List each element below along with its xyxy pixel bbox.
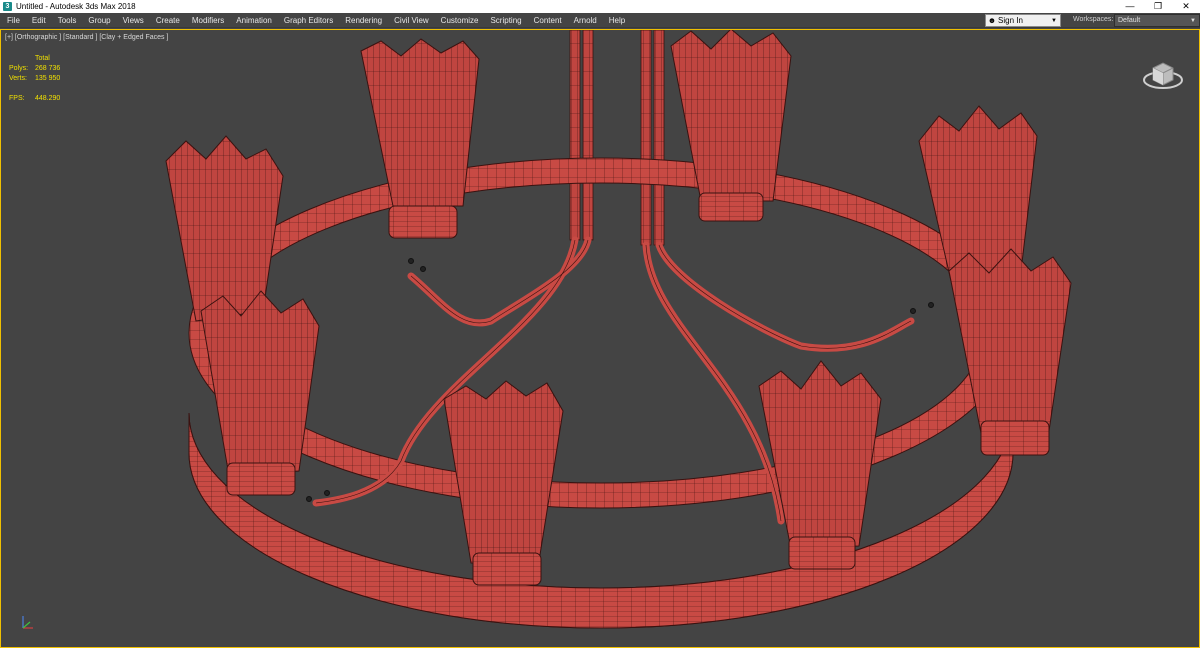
cup-front-center — [443, 380, 564, 586]
workspaces-value: Default — [1118, 17, 1141, 24]
cup-far-right — [948, 248, 1072, 456]
viewcube-icon[interactable] — [1141, 52, 1185, 96]
menu-tools[interactable]: Tools — [52, 13, 83, 28]
fps-value: 448.290 — [35, 95, 61, 102]
viewport-label[interactable]: [+] [Orthographic ] [Standard ] [Clay + … — [5, 34, 168, 41]
perspective-viewport[interactable]: [+] [Orthographic ] [Standard ] [Clay + … — [0, 29, 1200, 648]
workspaces-label: Workspaces: — [1073, 16, 1114, 23]
menu-content[interactable]: Content — [528, 13, 568, 28]
menu-help[interactable]: Help — [603, 13, 631, 28]
polys-value: 268 736 — [35, 65, 61, 72]
user-icon: ☻ — [987, 16, 997, 25]
menu-animation[interactable]: Animation — [230, 13, 278, 28]
minimize-button[interactable]: — — [1116, 0, 1144, 13]
viewport-statistics: Total Polys: 268 736 Verts: 135 950 FPS: 44… — [9, 54, 60, 104]
axis-tripod-icon — [22, 616, 33, 629]
central-rods — [569, 30, 665, 246]
menu-group[interactable]: Group — [82, 13, 116, 28]
menu-graph-editors[interactable]: Graph Editors — [278, 13, 339, 28]
cup-front-right — [758, 360, 882, 570]
window-controls: — ❐ ✕ — [1116, 0, 1200, 13]
app-icon-glyph: 3 — [5, 3, 10, 10]
menu-modifiers[interactable]: Modifiers — [186, 13, 230, 28]
close-button[interactable]: ✕ — [1172, 0, 1200, 13]
chevron-down-icon: ▼ — [1051, 18, 1057, 24]
menu-rendering[interactable]: Rendering — [339, 13, 388, 28]
menu-create[interactable]: Create — [150, 13, 186, 28]
cup-front-left — [200, 290, 320, 496]
verts-value: 135 950 — [35, 75, 61, 82]
chandelier-model — [165, 30, 1072, 629]
workspaces-select[interactable]: Default ▼ — [1114, 14, 1200, 27]
restore-button[interactable]: ❐ — [1144, 0, 1172, 13]
stats-header: Total — [35, 55, 50, 62]
cup-left — [165, 135, 284, 322]
cup-back-right — [670, 30, 792, 222]
title-bar: 3 Untitled - Autodesk 3ds Max 2018 — ❐ ✕ — [0, 0, 1200, 13]
verts-label: Verts: — [9, 75, 27, 82]
window-title: Untitled - Autodesk 3ds Max 2018 — [16, 2, 136, 11]
menu-edit[interactable]: Edit — [26, 13, 52, 28]
menu-arnold[interactable]: Arnold — [568, 13, 603, 28]
fps-label: FPS: — [9, 95, 25, 102]
polys-label: Polys: — [9, 65, 29, 72]
ring — [188, 157, 1014, 629]
3dsmax-app-icon[interactable]: 3 — [3, 2, 12, 11]
menu-file[interactable]: File — [0, 13, 26, 28]
menu-civil-view[interactable]: Civil View — [388, 13, 435, 28]
sign-in-dropdown[interactable]: ☻ Sign In ▼ — [985, 14, 1061, 27]
sign-in-label: Sign In — [998, 16, 1023, 25]
menu-views[interactable]: Views — [117, 13, 150, 28]
menu-scripting[interactable]: Scripting — [484, 13, 527, 28]
chevron-down-icon: ▼ — [1190, 18, 1196, 24]
menu-customize[interactable]: Customize — [435, 13, 485, 28]
